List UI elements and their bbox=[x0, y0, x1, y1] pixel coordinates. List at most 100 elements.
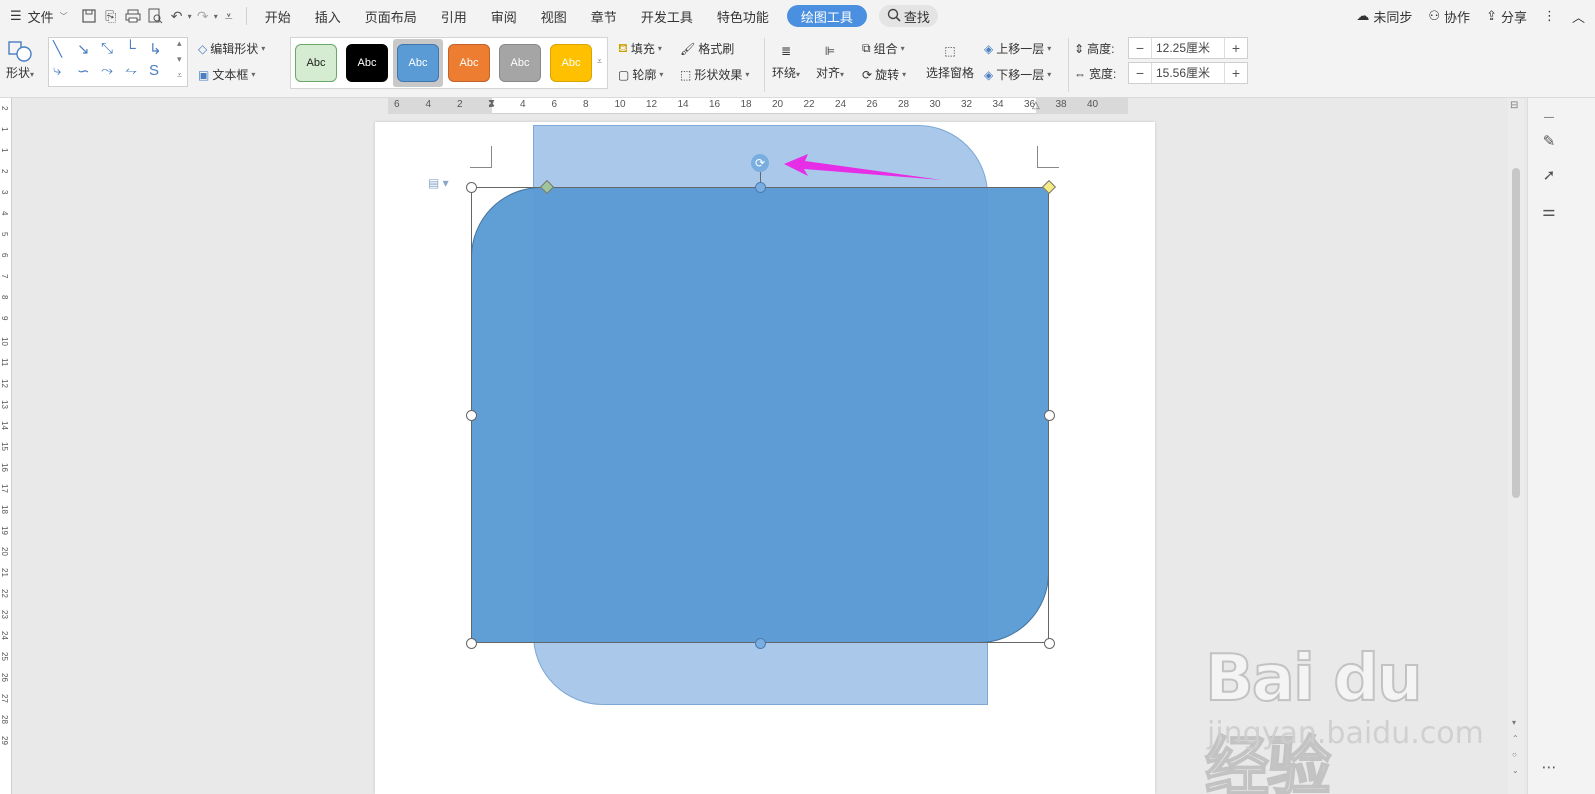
horizontal-ruler[interactable]: 6 4 2 2 4 6 8 10 12 14 16 18 20 22 24 26 28 30 32 34 36 38 40 … bbox=[388, 98, 1128, 114]
textbox-icon: ▣ bbox=[198, 67, 210, 82]
export-icon[interactable]: ⎘ bbox=[100, 5, 122, 27]
bring-forward-button[interactable]: ◈ 上移一层 ▾ bbox=[984, 40, 1051, 57]
tab-references[interactable]: 引用 bbox=[429, 0, 479, 32]
search-button[interactable]: 查找 bbox=[878, 5, 938, 27]
sync-status-button[interactable]: ☁ 未同步 bbox=[1356, 7, 1412, 26]
height-value[interactable]: 12.25厘米 bbox=[1151, 38, 1225, 58]
save-icon[interactable] bbox=[78, 5, 100, 27]
resize-handle-top-left[interactable] bbox=[466, 182, 477, 193]
tab-home[interactable]: 开始 bbox=[253, 0, 303, 32]
tab-insert[interactable]: 插入 bbox=[303, 0, 353, 32]
curved-connector-icon[interactable]: ∽ bbox=[77, 62, 90, 80]
edit-shape-button[interactable]: ◇ 编辑形状 ▾ bbox=[198, 40, 265, 57]
share-button[interactable]: ⇪ 分享 bbox=[1486, 7, 1527, 26]
layout-options-icon[interactable]: ▤ ▾ bbox=[428, 176, 449, 190]
curved-double-arrow-icon[interactable]: ⥊ bbox=[125, 62, 137, 79]
tab-view[interactable]: 视图 bbox=[529, 0, 579, 32]
collapse-ribbon-icon[interactable]: ︿ bbox=[1572, 7, 1585, 26]
shape-effects-button[interactable]: ⬚ 形状效果 ▾ bbox=[680, 66, 749, 83]
tab-section[interactable]: 章节 bbox=[579, 0, 629, 32]
right-indent-marker-icon[interactable]: △ bbox=[1032, 100, 1040, 111]
width-field[interactable]: − 15.56厘米 + bbox=[1128, 62, 1248, 84]
ruler-tick-label: 24 bbox=[835, 99, 847, 110]
height-increase-button[interactable]: + bbox=[1225, 40, 1247, 56]
height-decrease-button[interactable]: − bbox=[1129, 40, 1151, 56]
scrollbar-thumb[interactable] bbox=[1512, 168, 1520, 498]
split-view-icon[interactable]: ⊟ bbox=[1510, 100, 1518, 111]
resize-handle-bottom-right[interactable] bbox=[1044, 638, 1055, 649]
style-swatch-gray[interactable]: Abc bbox=[499, 44, 541, 82]
freeform-icon[interactable]: S bbox=[149, 62, 159, 79]
elbow-connector-icon[interactable]: └ bbox=[125, 40, 136, 57]
fill-button[interactable]: ⛾ 填充 ▾ bbox=[618, 40, 662, 57]
gallery-expand-icon[interactable]: ⩡ bbox=[177, 70, 182, 81]
shape-button[interactable]: 形状▾ bbox=[6, 38, 34, 81]
resize-handle-bottom-left[interactable] bbox=[466, 638, 477, 649]
pointer-icon[interactable]: ➚ bbox=[1538, 164, 1560, 186]
file-menu[interactable]: ☰ 文件 ﹀ bbox=[0, 0, 78, 32]
tab-review[interactable]: 审阅 bbox=[479, 0, 529, 32]
style-swatch-blue[interactable]: Abc bbox=[397, 44, 439, 82]
selection-pane-label: 选择窗格 bbox=[926, 66, 975, 80]
next-page-icon[interactable]: ⌄ bbox=[1512, 766, 1519, 775]
vertical-ruler[interactable]: 2 1 1 2 3 4 5 6 7 8 9 10 11 12 13 14 15 16 17 18 19 20 21 22 23 2… bbox=[0, 98, 12, 794]
ruler-tick-label: 21 bbox=[0, 568, 9, 577]
height-field[interactable]: − 12.25厘米 + bbox=[1128, 37, 1248, 59]
prev-page-icon[interactable]: ⌃ bbox=[1512, 734, 1519, 743]
resize-handle-left[interactable] bbox=[466, 410, 477, 421]
elbow-arrow-connector-icon[interactable]: ↳ bbox=[149, 40, 162, 58]
textbox-button[interactable]: ▣ 文本框 ▾ bbox=[198, 66, 255, 83]
vertical-scrollbar[interactable]: ⊟ ▾ ⌃ ○ ⌄ bbox=[1508, 98, 1524, 794]
format-painter-button[interactable]: 🖌 格式刷 bbox=[680, 40, 734, 57]
rotate-handle-icon[interactable]: ⟳ bbox=[751, 154, 769, 172]
ruler-tick-label: 6 bbox=[394, 99, 400, 110]
resize-handle-bottom[interactable] bbox=[755, 638, 766, 649]
style-swatch-black[interactable]: Abc bbox=[346, 44, 388, 82]
rotate-button[interactable]: ⟳ 旋转 ▾ bbox=[862, 66, 906, 83]
resize-handle-right[interactable] bbox=[1044, 410, 1055, 421]
send-backward-button[interactable]: ◈ 下移一层 ▾ bbox=[984, 66, 1051, 83]
group-button[interactable]: ⧉ 组合 ▾ bbox=[862, 40, 905, 57]
outline-button[interactable]: ▢ 轮廓 ▾ bbox=[618, 66, 663, 83]
print-preview-icon[interactable] bbox=[144, 5, 166, 27]
settings-sliders-icon[interactable]: ⚌ bbox=[1538, 200, 1560, 222]
customize-icon[interactable]: ⩡ bbox=[218, 5, 240, 27]
gallery-scroll-up-icon[interactable]: ▴ bbox=[177, 38, 182, 49]
indent-marker-icon[interactable]: ⧗ bbox=[488, 98, 495, 109]
tab-special-features[interactable]: 特色功能 bbox=[705, 0, 781, 32]
style-swatch-green[interactable]: Abc bbox=[295, 44, 337, 82]
align-button[interactable]: ⊫ 对齐▾ bbox=[816, 38, 844, 81]
wrap-button[interactable]: ≣ 环绕▾ bbox=[772, 38, 800, 81]
resize-handle-top[interactable] bbox=[755, 182, 766, 193]
scroll-down-icon[interactable]: ▾ bbox=[1512, 718, 1516, 727]
width-value[interactable]: 15.56厘米 bbox=[1151, 63, 1225, 83]
selection-pane-button[interactable]: ⬚ 选择窗格 bbox=[926, 38, 974, 81]
width-decrease-button[interactable]: − bbox=[1129, 65, 1151, 81]
collaborate-button[interactable]: ⚇ 协作 bbox=[1428, 7, 1470, 26]
style-swatch-orange[interactable]: Abc bbox=[448, 44, 490, 82]
elbow-double-arrow-icon[interactable]: ⤷ bbox=[53, 62, 61, 79]
outline-label: 轮廓 bbox=[632, 68, 657, 82]
double-arrow-line-icon[interactable]: ⤡ bbox=[101, 40, 113, 57]
edit-pen-icon[interactable]: ✎ bbox=[1538, 130, 1560, 152]
tab-drawing-tools[interactable]: 绘图工具 bbox=[786, 5, 867, 27]
tab-developer[interactable]: 开发工具 bbox=[629, 0, 705, 32]
style-swatch-gold[interactable]: Abc bbox=[550, 44, 592, 82]
line-icon[interactable]: ╲ bbox=[53, 40, 62, 58]
arrow-line-icon[interactable]: ↘ bbox=[77, 40, 90, 58]
tab-page-layout[interactable]: 页面布局 bbox=[353, 0, 429, 32]
more-options-icon[interactable]: ⋯ bbox=[1538, 756, 1560, 778]
more-menu-icon[interactable]: ⋮ bbox=[1543, 8, 1556, 24]
textbox-dropdown-icon: ▾ bbox=[251, 70, 256, 79]
style-gallery-expand-icon[interactable]: ⩡ bbox=[597, 56, 602, 67]
select-browse-icon[interactable]: ○ bbox=[1512, 750, 1517, 759]
width-increase-button[interactable]: + bbox=[1225, 65, 1247, 81]
curved-arrow-connector-icon[interactable]: ⤳ bbox=[101, 62, 113, 79]
line-shape-gallery[interactable]: ╲ ↘ ⤡ └ ↳ ⤷ ∽ ⤳ ⥊ S ▴ ▾ ⩡ bbox=[48, 37, 188, 87]
ruler-tick-label: 4 bbox=[520, 99, 526, 110]
print-icon[interactable] bbox=[122, 5, 144, 27]
undo-icon[interactable]: ↶ bbox=[166, 5, 188, 27]
gallery-scroll-down-icon[interactable]: ▾ bbox=[177, 54, 182, 65]
redo-icon[interactable]: ↷ bbox=[192, 5, 214, 27]
page-corner-mark bbox=[470, 146, 492, 168]
